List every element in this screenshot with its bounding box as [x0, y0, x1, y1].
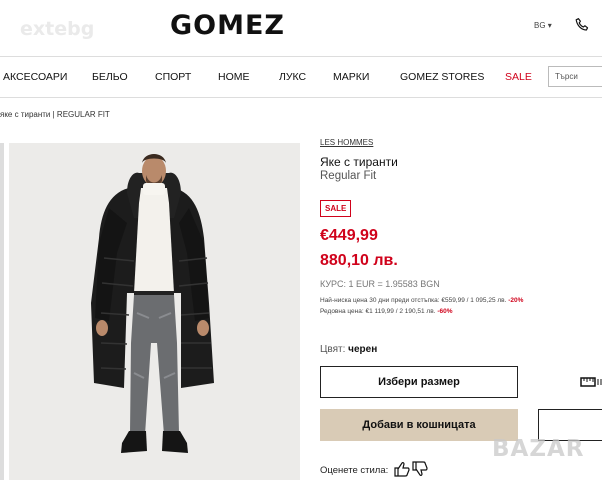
thumbs-up-icon [394, 461, 410, 477]
add-to-cart-button[interactable]: Добави в кошницата [320, 409, 518, 441]
product-fit: Regular Fit [320, 170, 377, 182]
nav-item-sale[interactable]: SALE [505, 71, 532, 83]
watermark-top: extebg [20, 18, 95, 40]
thumbnail-strip[interactable] [0, 143, 4, 480]
lowest-price-label: Най-ниска цена 30 дни преди отстъпка: €5… [320, 297, 507, 304]
regular-price-label: Редовна цена: €1 119,99 / 2 190,51 лв. [320, 308, 436, 315]
site-header: extebg GOMEZ BG ▾ [0, 0, 602, 56]
rate-style-label: Оценете стила: [320, 465, 389, 476]
select-size-button[interactable]: Избери размер [320, 366, 518, 398]
main-nav: АКСЕСОАРИ БЕЛЬО СПОРТ HOME ЛУКС МАРКИ GO… [0, 56, 602, 98]
model-figure [9, 143, 300, 480]
exchange-rate: КУРС: 1 EUR = 1.95583 BGN [320, 279, 440, 289]
product-image[interactable] [9, 143, 300, 480]
nav-item-luxury[interactable]: ЛУКС [279, 71, 306, 83]
site-logo[interactable]: GOMEZ [170, 10, 285, 41]
sale-badge: SALE [320, 200, 352, 217]
regular-price-info: Редовна цена: €1 119,99 / 2 190,51 лв. -… [320, 308, 453, 315]
watermark-bottom: BAZAR [492, 436, 585, 462]
language-selector[interactable]: BG ▾ [534, 21, 552, 30]
regular-price-discount: -60% [437, 308, 453, 315]
nav-item-stores[interactable]: GOMEZ STORES [400, 71, 484, 83]
thumbs-down-icon [412, 461, 428, 477]
phone-icon[interactable] [574, 17, 590, 33]
price-bgn: 880,10 лв. [320, 252, 398, 269]
color-value: черен [348, 344, 378, 355]
lowest-price-info: Най-ниска цена 30 дни преди отстъпка: €5… [320, 297, 523, 304]
search-input[interactable]: Търси [548, 66, 602, 87]
price-eur: €449,99 [320, 227, 378, 244]
nav-item-sport[interactable]: СПОРТ [155, 71, 191, 83]
nav-item-home[interactable]: HOME [218, 71, 250, 83]
product-brand[interactable]: LES HOMMES [320, 138, 373, 147]
breadcrumb: яке с тиранти | REGULAR FIT [0, 110, 110, 119]
nav-item-brands[interactable]: МАРКИ [333, 71, 369, 83]
lowest-price-discount: -20% [508, 297, 524, 304]
nav-item-underwear[interactable]: БЕЛЬО [92, 71, 128, 83]
color-info: Цвят: черен [320, 344, 377, 355]
nav-item-accessories[interactable]: АКСЕСОАРИ [3, 71, 67, 83]
color-label: Цвят: [320, 344, 346, 355]
size-guide-icon[interactable] [580, 375, 602, 389]
thumbs-rating-icons[interactable] [393, 461, 429, 477]
product-title: Яке с тиранти [320, 155, 398, 169]
